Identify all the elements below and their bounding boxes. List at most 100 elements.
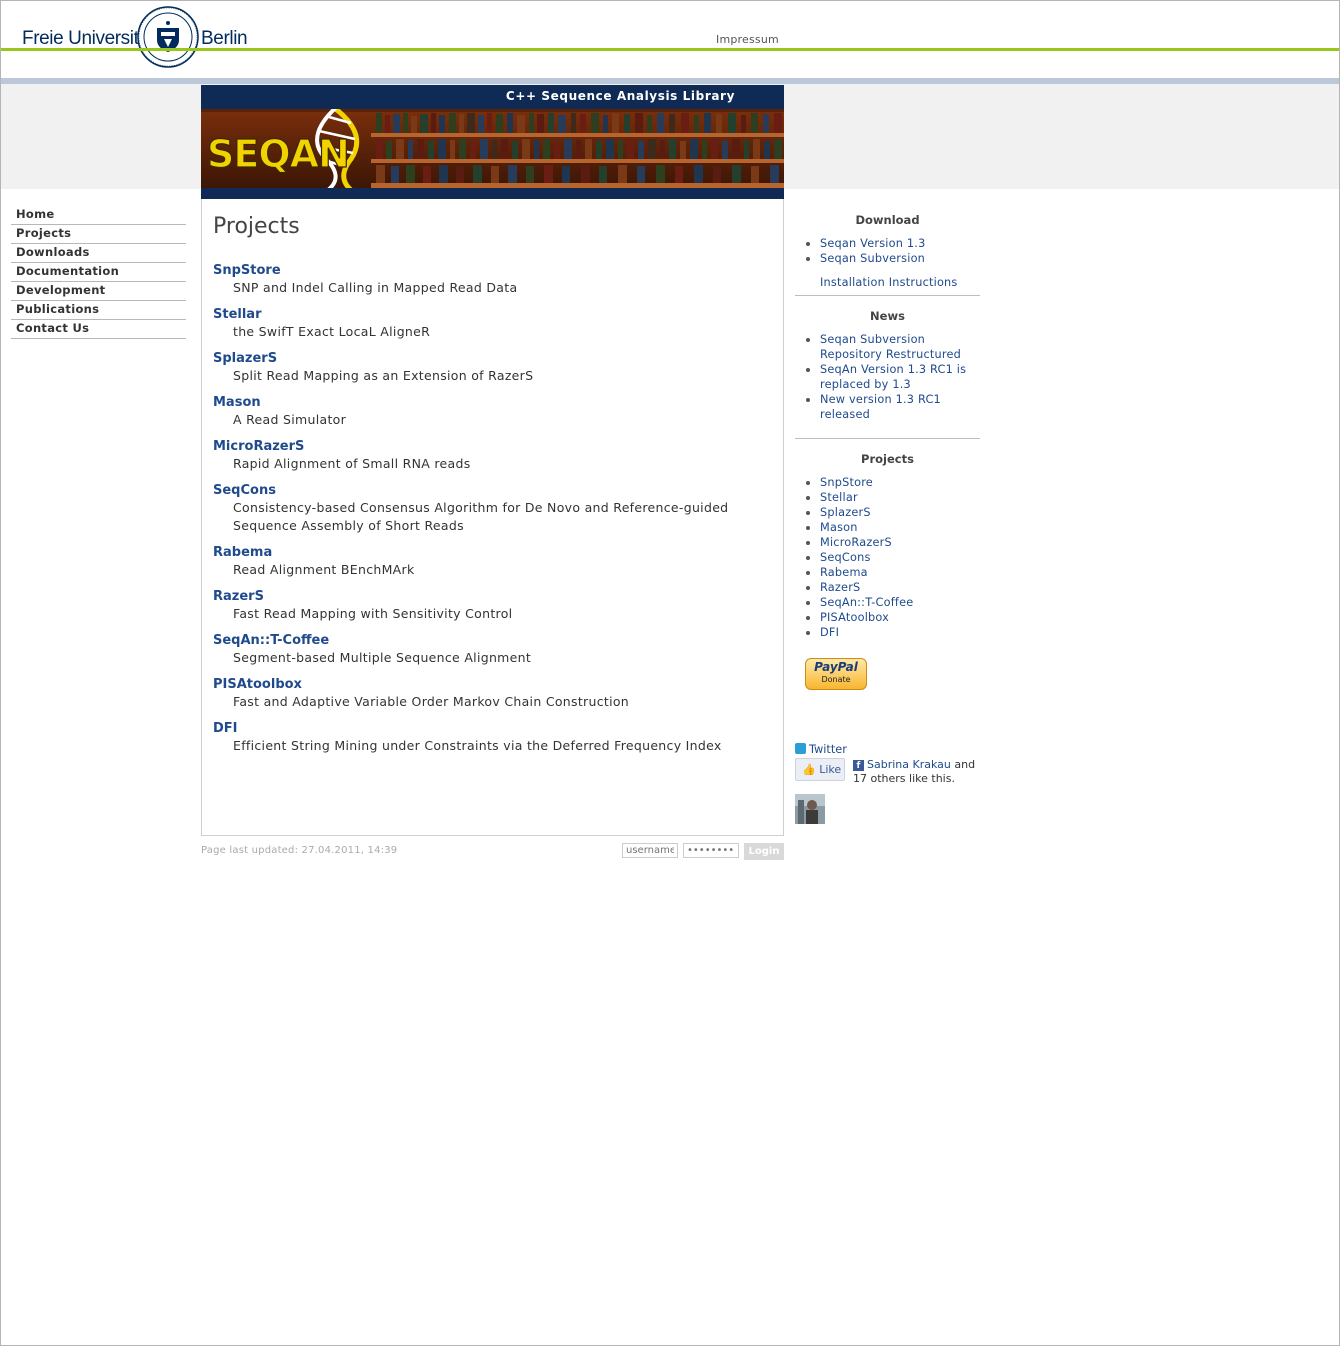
project-item: SnpStore SNP and Indel Calling in Mapped… — [213, 262, 773, 297]
sidebar-project-link[interactable]: Rabema — [820, 566, 868, 579]
project-item: SplazerS Split Read Mapping as an Extens… — [213, 350, 773, 385]
project-description: A Read Simulator — [233, 412, 347, 427]
main-content: Projects SnpStore SNP and Indel Calling … — [201, 199, 784, 836]
project-link-seqan-t-coffee[interactable]: SeqAn::T-Coffee — [213, 632, 773, 649]
list-item: MicroRazerS — [806, 535, 980, 550]
seqan-logo-text: SEQAN — [207, 132, 349, 176]
sidebar-project-link[interactable]: MicroRazerS — [820, 536, 892, 549]
project-item: PISAtoolbox Fast and Adaptive Variable O… — [213, 676, 773, 711]
news-link[interactable]: Seqan Subversion Repository Restructured — [820, 333, 961, 361]
sidebar-project-link[interactable]: RazerS — [820, 581, 860, 594]
project-link-mason[interactable]: Mason — [213, 394, 773, 411]
project-description: the SwifT Exact LocaL AligneR — [233, 324, 431, 339]
project-description: Fast and Adaptive Variable Order Markov … — [233, 694, 630, 709]
project-description: Fast Read Mapping with Sensitivity Contr… — [233, 606, 513, 621]
project-description: Split Read Mapping as an Extension of Ra… — [233, 368, 534, 383]
project-description: Segment-based Multiple Sequence Alignmen… — [233, 650, 532, 665]
project-list: SnpStore SNP and Indel Calling in Mapped… — [213, 262, 773, 764]
project-item: DFI Efficient String Mining under Constr… — [213, 720, 773, 755]
facebook-and-text: and — [954, 758, 976, 771]
nav-item-development[interactable]: Development — [11, 282, 186, 301]
project-link-razers[interactable]: RazerS — [213, 588, 773, 605]
username-input[interactable] — [622, 843, 678, 858]
news-link[interactable]: SeqAn Version 1.3 RC1 is replaced by 1.3 — [820, 363, 966, 391]
list-item: Stellar — [806, 490, 980, 505]
twitter-icon — [795, 743, 806, 754]
list-item: DFI — [806, 625, 980, 640]
project-item: SeqAn::T-Coffee Segment-based Multiple S… — [213, 632, 773, 667]
list-item: SeqAn::T-Coffee — [806, 595, 980, 610]
paypal-donate-button[interactable]: PayPal Donate — [805, 658, 867, 690]
project-link-microrazers[interactable]: MicroRazerS — [213, 438, 773, 455]
sidebar-project-link[interactable]: SeqAn::T-Coffee — [820, 596, 913, 609]
nav-item-home[interactable]: Home — [11, 206, 186, 225]
projects-heading: Projects — [861, 452, 914, 466]
sidebar-projects-list: SnpStore Stellar SplazerS Mason MicroRaz… — [795, 475, 980, 640]
nav-item-downloads[interactable]: Downloads — [11, 244, 186, 263]
nav-item-projects[interactable]: Projects — [11, 225, 186, 244]
facebook-like-button[interactable]: 👍 Like — [795, 758, 845, 781]
project-item: RazerS Fast Read Mapping with Sensitivit… — [213, 588, 773, 623]
news-heading: News — [870, 309, 905, 323]
twitter-link[interactable]: Twitter — [795, 743, 847, 756]
list-item: Seqan Version 1.3 — [806, 236, 980, 251]
project-link-stellar[interactable]: Stellar — [213, 306, 773, 323]
facebook-user-link[interactable]: Sabrina Krakau — [867, 758, 951, 771]
list-item: SnpStore — [806, 475, 980, 490]
sidebar-project-link[interactable]: SnpStore — [820, 476, 873, 489]
download-link-version[interactable]: Seqan Version 1.3 — [820, 237, 925, 250]
thumbs-up-icon: 👍 — [802, 763, 816, 776]
list-item: SeqCons — [806, 550, 980, 565]
list-item: Mason — [806, 520, 980, 535]
installation-instructions-link[interactable]: Installation Instructions — [795, 276, 980, 289]
right-sidebar: Download Seqan Version 1.3 Seqan Subvers… — [795, 200, 980, 824]
list-item: Rabema — [806, 565, 980, 580]
seqan-banner: C++ Sequence Analysis Library SEQAN — [201, 85, 784, 200]
project-item: MicroRazerS Rapid Alignment of Small RNA… — [213, 438, 773, 473]
university-seal-icon[interactable] — [137, 6, 199, 68]
last-updated-text: Page last updated: 27.04.2011, 14:39 — [201, 845, 398, 856]
project-description: SNP and Indel Calling in Mapped Read Dat… — [233, 280, 518, 295]
project-link-dfi[interactable]: DFI — [213, 720, 773, 737]
news-list: Seqan Subversion Repository Restructured… — [795, 332, 980, 422]
paypal-donate-label: Donate — [821, 675, 851, 684]
paypal-logo: PayPal — [814, 660, 858, 674]
download-heading: Download — [855, 213, 920, 227]
project-link-pisatoolbox[interactable]: PISAtoolbox — [213, 676, 773, 693]
facebook-user-avatar[interactable] — [795, 794, 825, 824]
like-label: Like — [819, 763, 842, 776]
impressum-link[interactable]: Impressum — [716, 33, 779, 46]
twitter-label: Twitter — [809, 743, 847, 756]
news-link[interactable]: New version 1.3 RC1 released — [820, 393, 941, 421]
list-item: Seqan Subversion Repository Restructured — [806, 332, 980, 362]
left-navigation: Home Projects Downloads Documentation De… — [11, 206, 186, 339]
nav-item-contact-us[interactable]: Contact Us — [11, 320, 186, 339]
download-list: Seqan Version 1.3 Seqan Subversion — [795, 236, 980, 266]
project-description: Read Alignment BEnchMArk — [233, 562, 415, 577]
project-link-splazers[interactable]: SplazerS — [213, 350, 773, 367]
download-link-subversion[interactable]: Seqan Subversion — [820, 252, 925, 265]
project-item: Mason A Read Simulator — [213, 394, 773, 429]
nav-item-publications[interactable]: Publications — [11, 301, 186, 320]
sidebar-project-link[interactable]: SplazerS — [820, 506, 871, 519]
sidebar-project-link[interactable]: PISAtoolbox — [820, 611, 889, 624]
project-link-snpstore[interactable]: SnpStore — [213, 262, 773, 279]
facebook-icon: f — [853, 760, 864, 771]
sidebar-project-link[interactable]: Stellar — [820, 491, 858, 504]
sidebar-project-link[interactable]: SeqCons — [820, 551, 871, 564]
header-green-divider — [1, 48, 1339, 51]
project-description: Rapid Alignment of Small RNA reads — [233, 456, 471, 471]
project-link-seqcons[interactable]: SeqCons — [213, 482, 773, 499]
facebook-others-text: 17 others like this. — [853, 772, 955, 785]
university-name-right[interactable]: Berlin — [201, 28, 248, 50]
banner-tagline: C++ Sequence Analysis Library — [505, 89, 735, 103]
login-button[interactable]: Login — [744, 843, 784, 860]
university-name-left[interactable]: Freie Universität — [22, 28, 154, 50]
sidebar-project-link[interactable]: DFI — [820, 626, 839, 639]
sidebar-project-link[interactable]: Mason — [820, 521, 858, 534]
list-item: PISAtoolbox — [806, 610, 980, 625]
project-item: Stellar the SwifT Exact LocaL AligneR — [213, 306, 773, 341]
project-link-rabema[interactable]: Rabema — [213, 544, 773, 561]
nav-item-documentation[interactable]: Documentation — [11, 263, 186, 282]
password-input[interactable] — [683, 843, 739, 858]
